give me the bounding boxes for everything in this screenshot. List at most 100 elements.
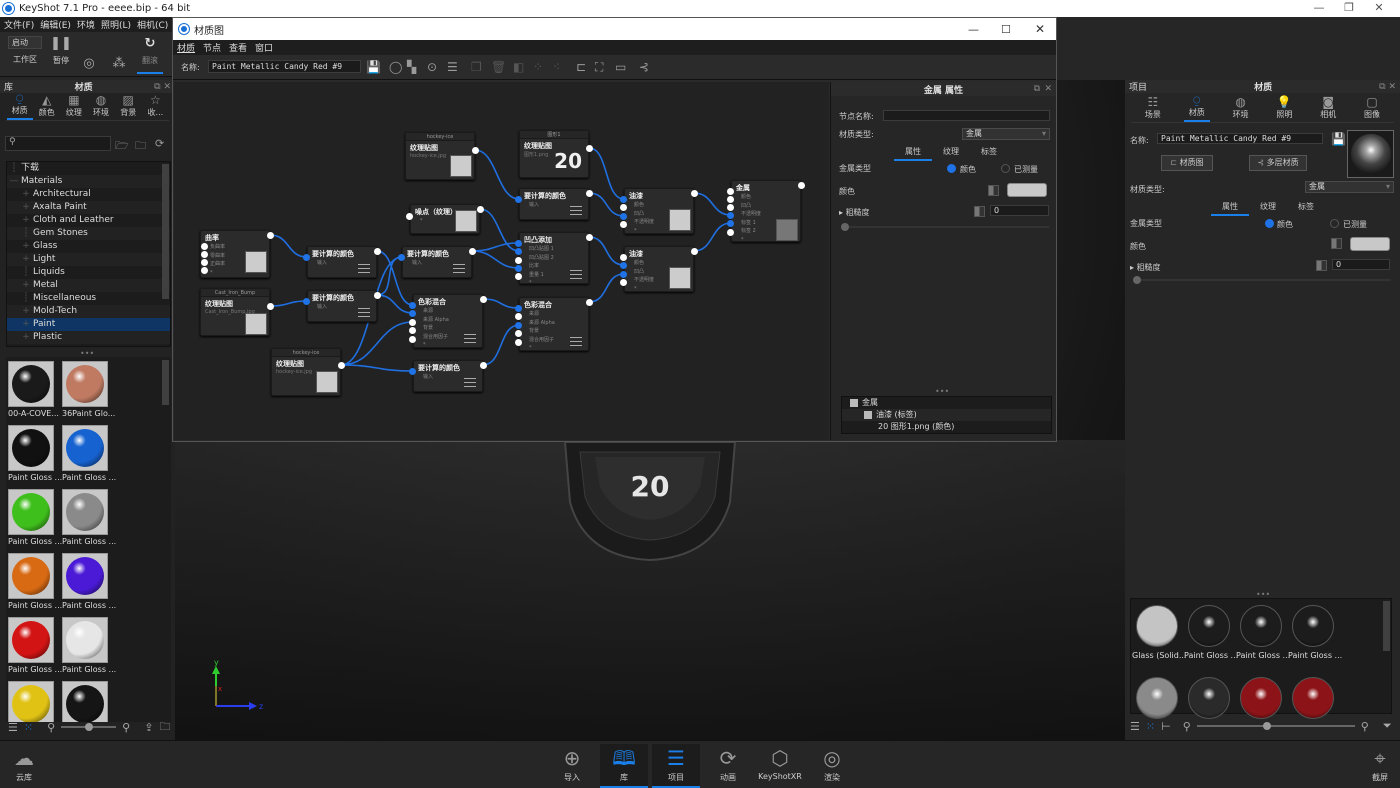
graph-node-cc4[interactable]: 要计算的颜色 输入 xyxy=(519,188,589,220)
material-thumbnail[interactable]: Paint Gloss ... xyxy=(8,425,62,482)
node-output-port[interactable] xyxy=(469,248,476,255)
node-input-port[interactable] xyxy=(620,196,627,203)
tree-expander-icon[interactable]: + xyxy=(19,214,33,227)
animation-icon[interactable]: ⊙ xyxy=(427,60,437,74)
node-input-port[interactable] xyxy=(409,327,416,334)
adjust-icon[interactable] xyxy=(464,334,476,343)
node-output-port[interactable] xyxy=(472,147,479,154)
graph-node-hockey1[interactable]: hockey-ice 纹理贴图 hockey-ice.jpg xyxy=(405,132,475,180)
library-search-input[interactable]: ⚲ xyxy=(5,136,111,151)
library-tab-1[interactable]: ◭ 颜色 xyxy=(34,94,60,120)
list-view-icon[interactable]: ☰ xyxy=(8,721,18,734)
thumbnail-size-slider[interactable] xyxy=(61,723,117,731)
tree-item[interactable]: + Paint xyxy=(7,318,170,331)
tree-expander-icon[interactable]: + xyxy=(19,201,33,214)
ribbon-render[interactable]: ◎ 渲染 xyxy=(808,744,856,783)
material-thumbnail[interactable]: Paint Gloss ... xyxy=(62,553,116,610)
material-thumbnail[interactable]: Paint Gloss ... xyxy=(62,617,116,674)
material-thumbnail[interactable]: 36Paint Glo... xyxy=(62,361,115,418)
preview-icon[interactable]: ▭ xyxy=(615,60,626,74)
tree-scrollbar[interactable] xyxy=(162,164,169,299)
project-color-swatch[interactable] xyxy=(1350,237,1390,251)
project-tab-3[interactable]: 💡 照明 xyxy=(1271,96,1297,122)
project-material-ball[interactable] xyxy=(1292,605,1334,647)
float-icon[interactable]: ⧉ xyxy=(1034,84,1040,94)
node-input-port[interactable] xyxy=(727,188,734,195)
project-roughness-expander[interactable]: ▸ 粗糙度 xyxy=(1130,262,1161,273)
float-icon[interactable]: ⧉ xyxy=(154,82,160,92)
tab-properties[interactable]: 属性 xyxy=(1211,201,1249,216)
graph-node-hockey2[interactable]: hockey-ice 纹理贴图 hockey-ice.jpg xyxy=(271,348,341,396)
adjust-icon[interactable] xyxy=(570,206,582,215)
project-material-ball[interactable] xyxy=(1240,605,1282,647)
graph-node-cast_iron[interactable]: Cast_Iron_Bump 纹理贴图 Cast_Iron_Bump.jpg xyxy=(200,288,270,336)
tree-expander-icon[interactable]: + xyxy=(19,331,33,344)
node-input-port[interactable] xyxy=(515,313,522,320)
node-input-port[interactable] xyxy=(515,273,522,280)
folder-icon[interactable]: 🗀 xyxy=(159,718,170,737)
node-output-port[interactable] xyxy=(267,232,274,239)
node-input-port[interactable] xyxy=(303,298,310,305)
menu-file[interactable]: 文件(F) xyxy=(4,18,34,31)
node-output-port[interactable] xyxy=(477,206,484,213)
zoom-in-icon[interactable]: ⚲ xyxy=(1361,720,1369,733)
node-input-port[interactable] xyxy=(201,251,208,258)
material-graph-button[interactable]: ⊏ 材质图 xyxy=(1161,155,1213,171)
tree-expander-icon[interactable]: ┊ xyxy=(19,227,33,240)
adjust-icon[interactable] xyxy=(358,264,370,273)
tree-expander-icon[interactable]: + xyxy=(19,305,33,318)
add-folder-icon[interactable]: 🗁 xyxy=(115,137,129,156)
material-thumbnail[interactable]: Paint Gloss ... xyxy=(62,425,116,482)
library-tab-3[interactable]: ◍ 环境 xyxy=(88,94,114,120)
node-input-port[interactable] xyxy=(409,310,416,317)
ribbon-library-book[interactable]: 🕮 库 xyxy=(600,744,648,788)
node-input-port[interactable] xyxy=(515,339,522,346)
upload-icon[interactable]: ⇪ xyxy=(144,721,153,734)
tree-item[interactable]: ┊ Miscellaneous xyxy=(7,292,170,305)
project-tab-5[interactable]: ▢ 图像 xyxy=(1359,96,1385,122)
project-material-ball[interactable] xyxy=(1136,677,1178,719)
node-output-port[interactable] xyxy=(374,292,381,299)
node-input-port[interactable] xyxy=(201,243,208,250)
project-radio-measured[interactable] xyxy=(1330,219,1339,228)
hierarchy-item[interactable]: 20 图形1.png (颜色) xyxy=(842,421,1051,433)
maximize-button[interactable]: ❐ xyxy=(1334,0,1364,17)
adjust-icon[interactable] xyxy=(570,270,582,279)
material-thumbnail[interactable]: Paint Gloss ... xyxy=(8,489,62,546)
node-input-port[interactable] xyxy=(201,259,208,266)
menu-camera[interactable]: 相机(C) xyxy=(137,18,168,31)
tree-item[interactable]: — Materials xyxy=(7,175,170,188)
project-material-type-dropdown[interactable]: 金属 xyxy=(1305,181,1394,193)
tab-label[interactable]: 标签 xyxy=(1287,201,1325,216)
adjust-icon[interactable] xyxy=(464,378,476,387)
node-input-port[interactable] xyxy=(727,196,734,203)
tree-expander-icon[interactable]: ┊ xyxy=(19,266,33,279)
mg-close-button[interactable]: ✕ xyxy=(1035,22,1045,36)
menu-environment[interactable]: 环境 xyxy=(77,18,95,31)
minimize-button[interactable]: — xyxy=(1304,0,1334,17)
ribbon-animation[interactable]: ⟳ 动画 xyxy=(704,744,752,783)
grid-view-icon[interactable]: ⁙ xyxy=(1146,720,1155,733)
node-output-port[interactable] xyxy=(267,303,274,310)
tab-properties[interactable]: 属性 xyxy=(894,146,932,161)
graph-node-cc2[interactable]: 要计算的颜色 输入 xyxy=(307,290,377,322)
adjust-icon[interactable]: ☰ xyxy=(447,60,458,74)
node-input-port[interactable] xyxy=(201,267,208,274)
node-input-port[interactable] xyxy=(406,213,413,220)
project-tab-1[interactable]: ⍜ 材质 xyxy=(1183,94,1210,122)
project-material-ball[interactable] xyxy=(1240,677,1282,719)
project-materials-scrollbar[interactable] xyxy=(1383,601,1390,651)
hierarchy-item[interactable]: 油漆 (标签) xyxy=(842,409,1051,421)
filter-icon[interactable]: ⏷ xyxy=(1383,719,1392,733)
node-input-port[interactable] xyxy=(727,212,734,219)
project-thumbnail-size-slider[interactable] xyxy=(1196,722,1355,730)
node-input-port[interactable] xyxy=(620,254,627,261)
node-output-port[interactable] xyxy=(586,145,593,152)
graph-node-cblend2[interactable]: 色彩混合 来源 来源 Alpha 背景 混合用因子 * xyxy=(519,297,589,351)
node-input-port[interactable] xyxy=(727,220,734,227)
hierarchy-item[interactable]: 金属 xyxy=(842,397,1051,409)
texture-icon[interactable]: ▚ xyxy=(407,60,416,74)
save-icon[interactable]: 💾 xyxy=(366,60,381,74)
graph-node-paint1[interactable]: 油漆 颜色 凹凸 不透明度 * xyxy=(624,188,694,234)
material-thumbnail[interactable]: 00-A-COVE... xyxy=(8,361,59,418)
